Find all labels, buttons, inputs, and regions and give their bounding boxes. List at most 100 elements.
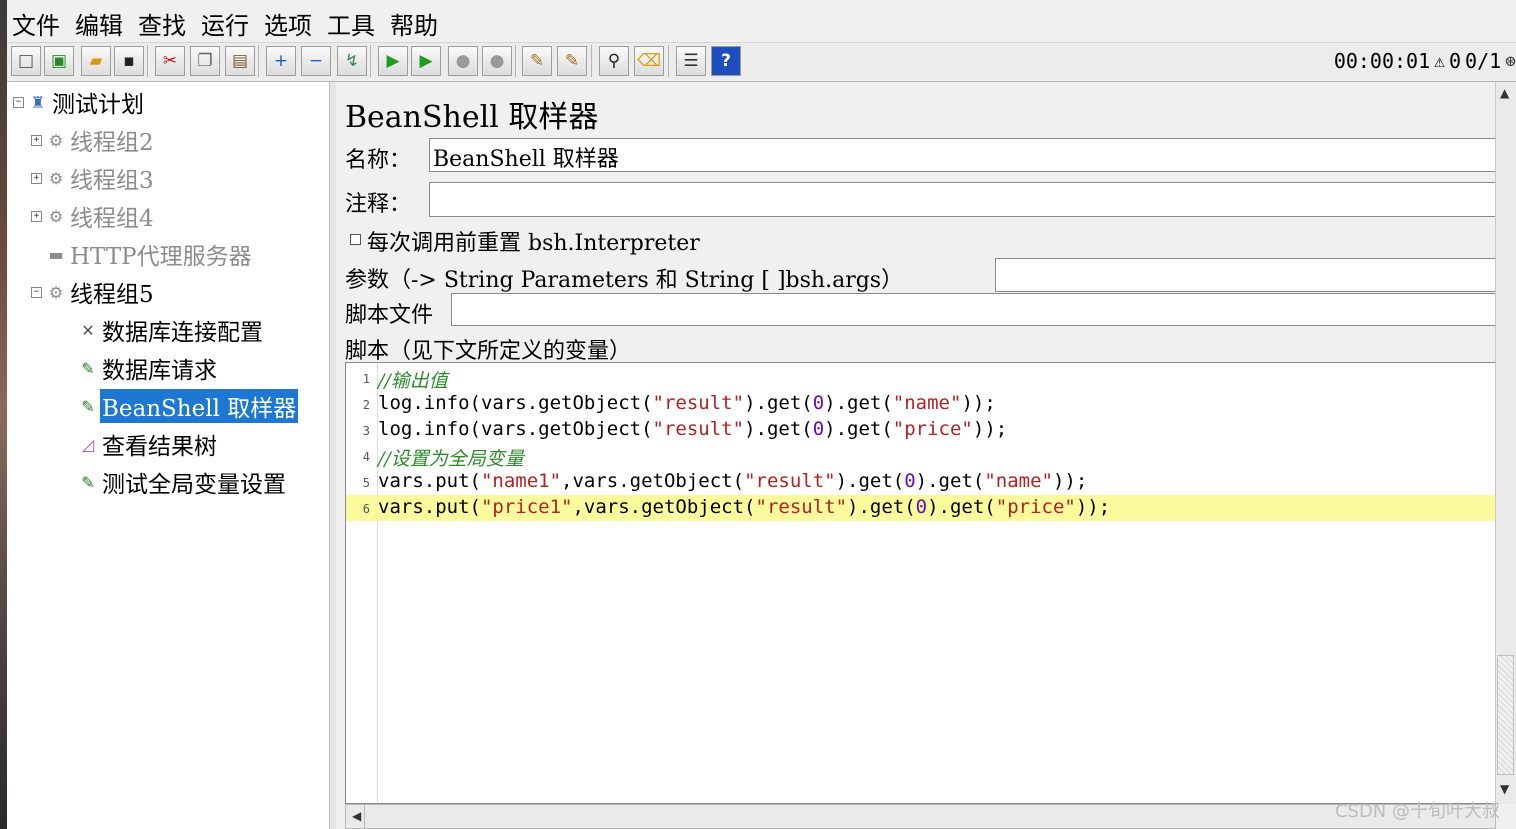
code-text: log.info(vars.getObject("result").get(0)… (378, 418, 1008, 440)
menu-item[interactable]: 工具 (327, 6, 375, 41)
tree-item[interactable]: ✎ 测试全局变量设置 (63, 466, 288, 498)
tree-item[interactable]: − ⚙ 线程组5 (31, 276, 156, 308)
code-text: //设置为全局变量 (378, 448, 524, 470)
menu-item[interactable]: 运行 (201, 6, 249, 41)
comment-label: 注释： (345, 192, 412, 217)
gear-icon: ⚙ (48, 168, 64, 188)
tree-item[interactable]: ◿ 查看结果树 (63, 428, 219, 460)
tree-item-label: 线程组3 (70, 168, 154, 194)
name-label: 名称： (345, 148, 412, 173)
expand-icon[interactable]: + (266, 46, 296, 76)
cut-icon[interactable]: ✂ (155, 46, 185, 76)
collapse-toggle-icon[interactable]: − (13, 96, 24, 108)
tree-item[interactable]: ✎ 数据库请求 (63, 352, 219, 384)
code-line: 3 log.info(vars.getObject("result").get(0… (346, 417, 1495, 443)
script-label: 脚本（见下文所定义的变量） (345, 339, 632, 364)
scroll-up-icon[interactable]: ▲ (1500, 86, 1509, 100)
menu-item[interactable]: 查找 (138, 6, 186, 41)
toggle-icon[interactable]: ↯ (337, 46, 367, 76)
stop-icon[interactable]: ● (448, 46, 478, 76)
collapse-icon[interactable]: − (301, 46, 331, 76)
sampler-panel: BeanShell 取样器 名称： BeanShell 取样器 注释： 每次调用… (336, 82, 1496, 829)
comment-input[interactable] (429, 182, 1496, 217)
script-editor[interactable]: 1 //输出值 2 log.info(vars.getObject("result")… (345, 362, 1496, 804)
script-file-input[interactable] (451, 293, 1496, 326)
templates-icon[interactable]: ▣ (44, 46, 74, 76)
code-line: 5 vars.put("name1",vars.getObject("result… (346, 469, 1495, 495)
flask-icon: ♜ (30, 92, 46, 112)
tree-item-label: 数据库连接配置 (102, 320, 263, 346)
tree-item[interactable]: + ⚙ 线程组3 (31, 162, 156, 194)
tree-item[interactable]: ▬ HTTP代理服务器 (31, 238, 254, 270)
warning-count: 0 (1448, 49, 1462, 73)
code-line: 6 vars.put("price1",vars.getObject("resul… (346, 495, 1495, 521)
expand-toggle-icon[interactable]: + (31, 210, 42, 222)
scrollbar-thumb[interactable] (1497, 655, 1514, 775)
parameters-input[interactable] (995, 258, 1496, 292)
code-text: log.info(vars.getObject("result").get(0)… (378, 392, 996, 414)
script-file-label: 脚本文件 (345, 303, 434, 328)
test-plan-tree: − ♜ 测试计划 + ⚙ 线程组2 + ⚙ 线程组3 + ⚙ 线程组4 ▬ HTTP代理服务器 − ⚙ 线程组5… (7, 82, 330, 829)
vertical-scrollbar[interactable]: ▲ ▼ (1495, 82, 1516, 804)
thread-count: 0/1 (1465, 49, 1502, 73)
toolbar-separator (591, 45, 592, 77)
tree-item[interactable]: ✎ BeanShell 取样器 (63, 389, 299, 423)
code-text: vars.put("price1",vars.getObject("result… (378, 496, 1111, 518)
pencil-icon: ✎ (81, 358, 95, 378)
scroll-down-icon[interactable]: ▼ (1500, 782, 1509, 796)
clear-icon[interactable]: ✎ (522, 46, 552, 76)
expand-toggle-icon[interactable]: + (31, 134, 42, 146)
line-number: 6 (362, 502, 370, 516)
reset-search-icon[interactable]: ⌫ (634, 46, 664, 76)
menu-item[interactable]: 编辑 (75, 6, 123, 41)
tree-item[interactable]: + ⚙ 线程组2 (31, 124, 156, 156)
toolbar-separator (147, 45, 148, 77)
menu-item[interactable]: 文件 (12, 6, 60, 41)
scroll-left-icon[interactable]: ◀ (352, 809, 361, 823)
horizontal-scrollbar[interactable]: ◀ (345, 804, 1496, 829)
new-icon[interactable]: □ (11, 46, 41, 76)
tree-item[interactable]: + ⚙ 线程组4 (31, 200, 156, 232)
tree-item[interactable]: − ♜ 测试计划 (13, 86, 146, 118)
wrench-icon: ✕ (81, 320, 95, 340)
start-no-pause-icon[interactable]: ▶ (411, 46, 441, 76)
gear-icon: ⚙ (48, 130, 64, 150)
warning-icon: ⚠ (1434, 50, 1445, 72)
help-icon[interactable]: ? (711, 46, 741, 76)
pencil-icon: ✎ (81, 472, 95, 492)
code-line: 1 //输出值 (346, 365, 1495, 392)
search-icon[interactable]: ⚲ (599, 46, 629, 76)
reset-interpreter-checkbox[interactable] (350, 234, 361, 245)
code-text: vars.put("name1",vars.getObject("result"… (378, 470, 1088, 492)
function-helper-icon[interactable]: ☰ (676, 46, 706, 76)
collapse-toggle-icon[interactable]: − (31, 286, 42, 298)
toolbar: 00:00:01 ⚠ 0 0/1 ⊛ □ ▣ ▰ ▪ ✂ ❐ ▤ + − ↯ ▶ ▶ ● ● ✎ ✎ ⚲ ⌫ ☰? (7, 42, 1516, 82)
start-icon[interactable]: ▶ (378, 46, 408, 76)
expand-toggle-icon[interactable]: + (31, 172, 42, 184)
shutdown-icon[interactable]: ● (482, 46, 512, 76)
tree-item-label: 线程组2 (70, 130, 154, 156)
toolbar-separator (370, 45, 371, 77)
code-text: //输出值 (378, 370, 448, 392)
tree-item-label: BeanShell 取样器 (100, 389, 299, 423)
remote-icon[interactable]: ⊛ (1505, 51, 1516, 72)
tree-item-label: 线程组5 (70, 282, 154, 308)
menu-item[interactable]: 选项 (264, 6, 312, 41)
toolbar-separator (668, 45, 669, 77)
save-icon[interactable]: ▪ (114, 46, 144, 76)
tree-item[interactable]: ✕ 数据库连接配置 (63, 314, 265, 346)
line-number: 4 (362, 450, 370, 464)
gear-icon: ⚙ (48, 206, 64, 226)
gear-icon: ⚙ (48, 282, 64, 302)
parameters-label: 参数（-> String Parameters 和 String [ ]bsh.… (345, 268, 904, 293)
menu-item[interactable]: 帮助 (390, 6, 438, 41)
clear-all-icon[interactable]: ✎ (557, 46, 587, 76)
panel-title: BeanShell 取样器 (345, 100, 599, 135)
name-input[interactable]: BeanShell 取样器 (429, 138, 1496, 172)
paste-icon[interactable]: ▤ (225, 46, 255, 76)
copy-icon[interactable]: ❐ (190, 46, 220, 76)
code-line: 2 log.info(vars.getObject("result").get(0… (346, 391, 1495, 417)
open-icon[interactable]: ▰ (81, 46, 111, 76)
scrollbar-divider (364, 805, 365, 828)
line-number: 5 (362, 476, 370, 490)
